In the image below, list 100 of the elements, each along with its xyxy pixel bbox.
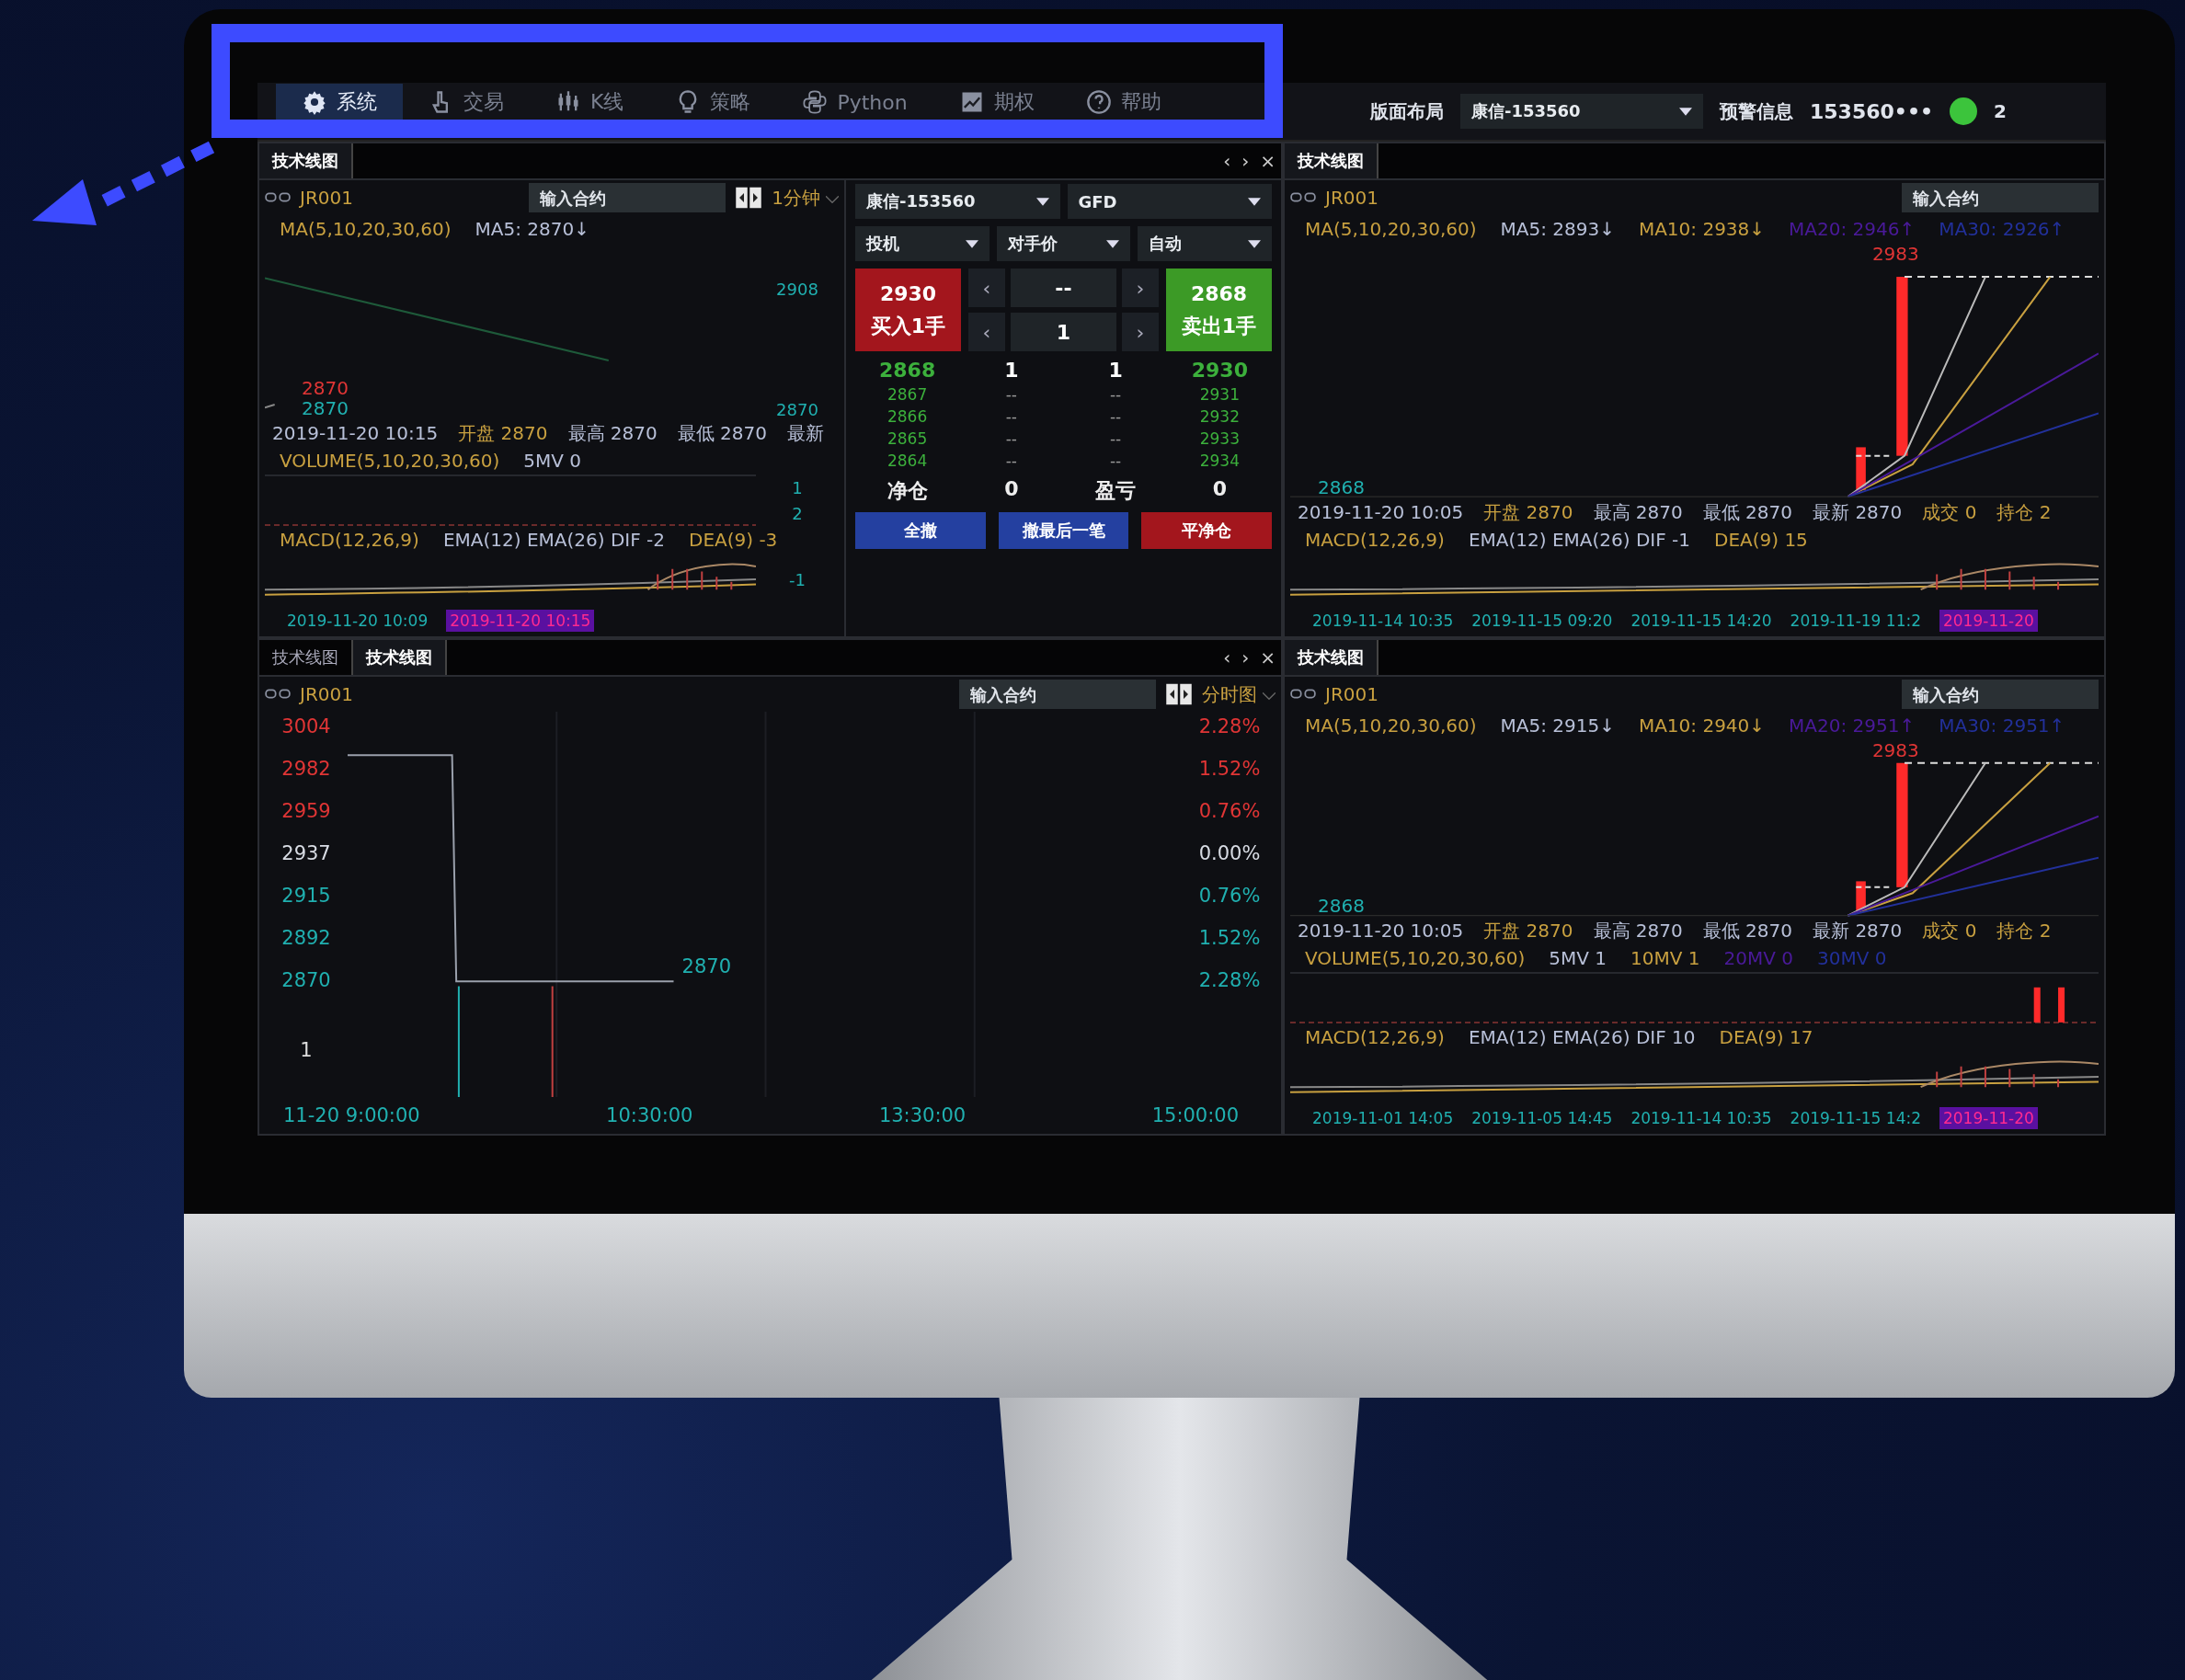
legend-text: MA5: 2893↓	[1500, 218, 1615, 240]
legend-text: EMA(12) EMA(26) DIF 10	[1468, 1026, 1696, 1048]
info-text: 持仓 2	[1996, 918, 2052, 943]
depth-cell-text: 2866	[887, 407, 929, 426]
menu-item[interactable]: 帮助	[1059, 84, 1187, 120]
account-dropdown[interactable]: 康信-153560	[1460, 94, 1703, 129]
increment-button[interactable]: ›	[1122, 313, 1159, 351]
toggle-icon[interactable]	[1165, 682, 1193, 706]
time-label: 2019-11-15 14:20	[1630, 611, 1772, 630]
depth-cell-text: 2931	[1198, 385, 1241, 404]
legend-text: 5MV 0	[523, 450, 582, 472]
period-dropdown[interactable]: 1分钟	[772, 185, 839, 211]
symbol-label: JR001	[1325, 683, 1378, 705]
tab-nav-button[interactable]: ›	[1236, 640, 1255, 675]
increment-button[interactable]: ›	[1122, 269, 1159, 307]
buy-button[interactable]: 2930 买入1手	[855, 269, 961, 351]
decrement-button[interactable]: ‹	[968, 313, 1005, 351]
order-dropdown[interactable]: 自动	[1138, 226, 1272, 261]
price-mark: 2870	[302, 397, 349, 419]
contract-input[interactable]: 输入合约	[529, 183, 726, 212]
order-dropdown[interactable]: GFD	[1067, 184, 1272, 219]
legend-text: MA10: 2938↓	[1638, 218, 1766, 240]
chart-tab[interactable]: 技术线图	[353, 640, 447, 675]
depth-cell-text: 2867	[887, 385, 929, 404]
info-text: 最低 2870	[1702, 499, 1793, 525]
symbol-label: JR001	[300, 683, 353, 705]
alerts-label[interactable]: 预警信息	[1720, 98, 1793, 124]
time-label: 2019-11-01 14:05	[1312, 1109, 1454, 1127]
time-label: 2019-11-20	[1939, 1107, 2038, 1129]
stepper-field[interactable]: 1	[1011, 313, 1116, 351]
time-label: 2019-11-14 10:35	[1312, 611, 1454, 630]
order-action-button[interactable]: 平净仓	[1141, 512, 1272, 549]
price-mark: 2868	[1318, 895, 1365, 917]
price-mark: 2983	[1871, 243, 1919, 265]
period-dropdown[interactable]: 分时图	[1202, 681, 1276, 707]
chart-tab[interactable]: 技术线图	[1285, 640, 1378, 675]
symbol-label: JR001	[300, 187, 353, 209]
menu-item[interactable]: 期权	[932, 84, 1060, 120]
user-id[interactable]: 153560•••	[1810, 99, 1934, 123]
order-dropdown[interactable]: 投机	[855, 226, 990, 261]
info-text: 开盘 2870	[1483, 918, 1573, 943]
depth-cell-text: --	[1004, 451, 1018, 470]
legend-text: MA30: 2926↑	[1939, 218, 2065, 240]
order-dropdown[interactable]: 康信-153560	[855, 184, 1060, 219]
caret-icon	[1106, 239, 1120, 248]
position-value: 0	[1003, 477, 1020, 502]
link-icon	[1290, 688, 1316, 701]
depth-cell-text: --	[1004, 407, 1018, 426]
menu-item[interactable]: 策略	[649, 84, 777, 120]
time-label: 2019-11-15 09:20	[1471, 611, 1613, 630]
axis-label: 2915	[281, 885, 331, 907]
menu-item[interactable]: K线	[530, 84, 650, 120]
tab-nav-button[interactable]: ‹	[1218, 640, 1237, 675]
contract-input[interactable]: 输入合约	[1902, 680, 2099, 709]
depth-cell-text: 1	[1003, 359, 1020, 382]
order-action-button[interactable]: 全撤	[855, 512, 986, 549]
info-text: 最高 2870	[1593, 499, 1683, 525]
caret-icon	[1263, 691, 1276, 701]
info-text: 最新 2870	[1813, 499, 1903, 525]
menu-item[interactable]: Python	[776, 84, 933, 120]
tab-nav-button[interactable]: ×	[1254, 143, 1281, 178]
stepper-field[interactable]: --	[1011, 269, 1116, 307]
help-icon	[1085, 89, 1112, 115]
menu-item[interactable]: 交易	[403, 84, 530, 120]
legend-text: 20MV 0	[1723, 947, 1793, 969]
order-action-button[interactable]: 撤最后一笔	[998, 512, 1129, 549]
layout-label[interactable]: 版面布局	[1370, 98, 1444, 124]
menu-item[interactable]: 系统	[276, 84, 403, 120]
axis-label: 0.76%	[1198, 800, 1261, 822]
legend-text: 5MV 1	[1549, 947, 1607, 969]
tab-nav-button[interactable]: ×	[1254, 640, 1281, 675]
sell-button[interactable]: 2868 卖出1手	[1166, 269, 1272, 351]
legend-text: DEA(9) -3	[689, 529, 778, 551]
chart-tab[interactable]: 技术线图	[1285, 143, 1378, 178]
depth-cell-text: 2930	[1190, 359, 1249, 382]
legend-text: MA(5,10,20,30,60)	[1305, 218, 1477, 240]
axis-label: 3004	[281, 715, 331, 737]
order-dropdown[interactable]: 对手价	[996, 226, 1131, 261]
depth-cell-text: 2934	[1198, 451, 1241, 470]
contract-input[interactable]: 输入合约	[1902, 183, 2099, 212]
time-label: 2019-11-15 14:2	[1790, 1109, 1921, 1127]
info-text: 成交 0	[1922, 499, 1977, 525]
info-text: 最低 2870	[677, 420, 768, 446]
legend-text: MA10: 2940↓	[1638, 714, 1766, 737]
position-label: 盈亏	[1094, 478, 1138, 504]
caret-icon	[965, 239, 978, 248]
depth-cell-text: --	[1109, 385, 1123, 404]
info-text: 开盘 2870	[1483, 499, 1573, 525]
tab-nav-button[interactable]: ‹	[1218, 143, 1237, 178]
toggle-icon[interactable]	[735, 186, 763, 210]
status-dot	[1950, 97, 1978, 125]
caret-icon	[826, 195, 839, 204]
axis-label: 1	[792, 477, 803, 497]
chart-tab[interactable]: 技术线图	[259, 143, 353, 178]
time-label: 2019-11-05 14:45	[1471, 1109, 1613, 1127]
contract-input[interactable]: 输入合约	[959, 680, 1156, 709]
depth-cell-text: 1	[1107, 359, 1124, 382]
decrement-button[interactable]: ‹	[968, 269, 1005, 307]
legend-text: MA5: 2915↓	[1500, 714, 1615, 737]
tab-nav-button[interactable]: ›	[1236, 143, 1255, 178]
